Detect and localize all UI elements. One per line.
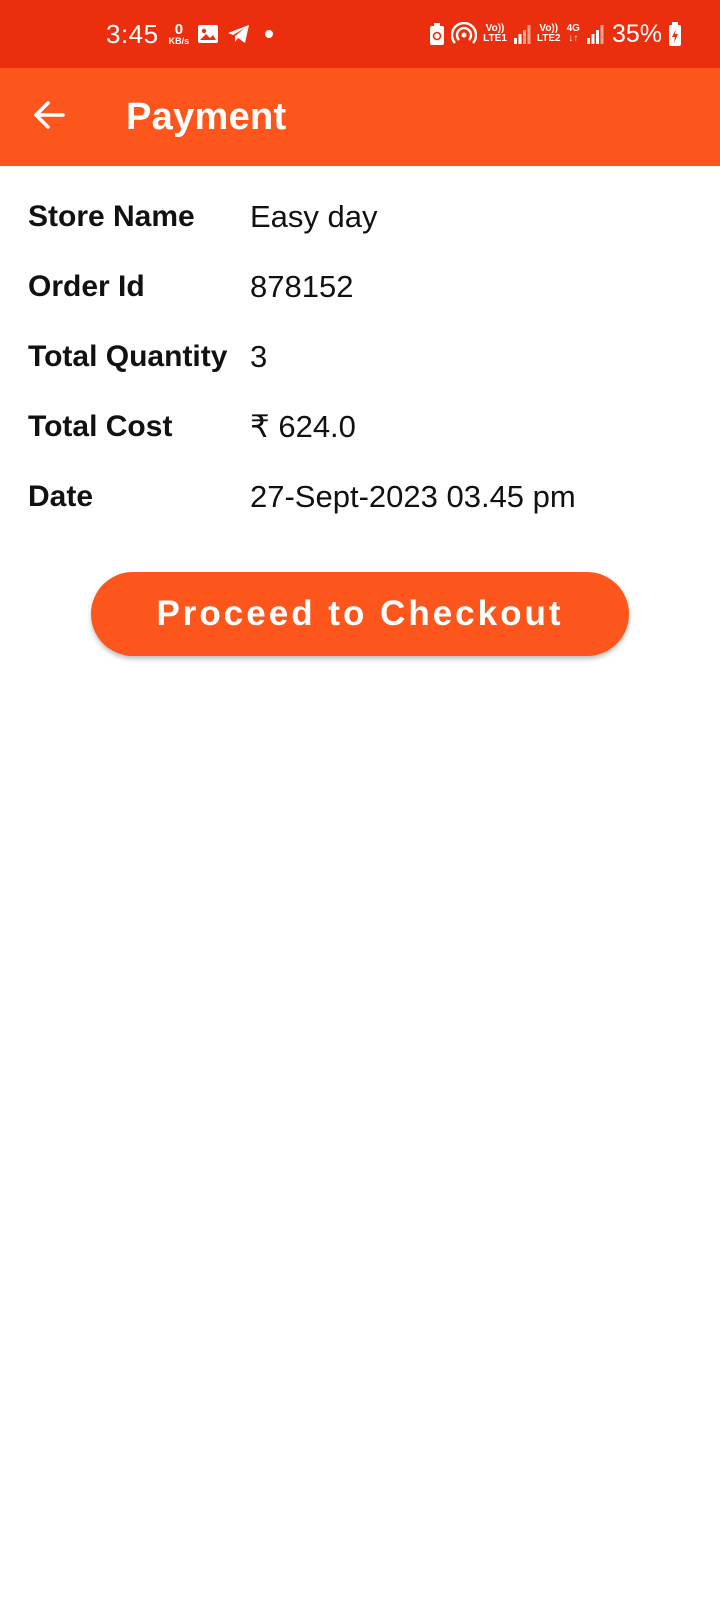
- network-speed: 0 KB/s: [169, 22, 190, 46]
- sim2-volte: Vo)) LTE2: [537, 24, 561, 44]
- status-right: Vo)) LTE1 Vo)) LTE2 4G ↓↑ 35%: [429, 0, 682, 68]
- status-time: 3:45: [106, 18, 159, 49]
- battery-saver-icon: [429, 23, 445, 45]
- store-name-value: Easy day: [250, 199, 378, 234]
- app-bar: Payment: [0, 68, 720, 166]
- network-type: 4G ↓↑: [567, 24, 580, 44]
- network-speed-unit: KB/s: [168, 36, 190, 46]
- sim2-volte-bottom: LTE2: [536, 33, 561, 44]
- order-details: Store Name Easy day Order Id 878152 Tota…: [28, 182, 692, 532]
- sim1-volte-bottom: LTE1: [483, 33, 507, 44]
- arrow-left-icon: [32, 100, 66, 135]
- hotspot-icon: [451, 22, 478, 46]
- detail-row-total-quantity: Total Quantity 3: [28, 322, 692, 392]
- date-value: 27-Sept-2023 03.45 pm: [250, 479, 576, 514]
- proceed-to-checkout-button[interactable]: Proceed to Checkout: [91, 572, 629, 656]
- page-title: Payment: [126, 96, 287, 138]
- network-speed-value: 0: [174, 21, 184, 38]
- detail-row-order-id: Order Id 878152: [28, 252, 692, 322]
- total-cost-label: Total Cost: [28, 410, 173, 443]
- data-arrows-icon: ↓↑: [568, 33, 579, 44]
- notification-dot: [265, 30, 274, 38]
- status-left: 3:45 0 KB/s: [106, 0, 274, 68]
- battery-percentage: 35%: [611, 19, 662, 48]
- detail-row-store-name: Store Name Easy day: [28, 182, 692, 252]
- telegram-icon: [227, 24, 251, 44]
- gallery-icon: [197, 24, 219, 44]
- store-name-label: Store Name: [28, 200, 195, 233]
- detail-row-date: Date 27-Sept-2023 03.45 pm: [28, 462, 692, 532]
- total-quantity-value: 3: [250, 339, 268, 374]
- date-label: Date: [28, 480, 94, 513]
- battery-charging-icon: [668, 22, 682, 46]
- back-button[interactable]: [26, 94, 72, 140]
- detail-row-total-cost: Total Cost ₹ 624.0: [28, 392, 692, 462]
- signal-icon: [513, 24, 531, 44]
- total-cost-value: ₹ 624.0: [250, 409, 356, 444]
- order-id-label: Order Id: [28, 270, 145, 303]
- total-quantity-label: Total Quantity: [28, 340, 228, 373]
- sim1-volte: Vo)) LTE1: [483, 24, 507, 44]
- status-bar: 3:45 0 KB/s Vo)) LTE1 Vo)) LTE2 4G ↓↑ 35…: [0, 0, 720, 68]
- order-id-value: 878152: [250, 269, 354, 304]
- signal-icon: [586, 24, 604, 44]
